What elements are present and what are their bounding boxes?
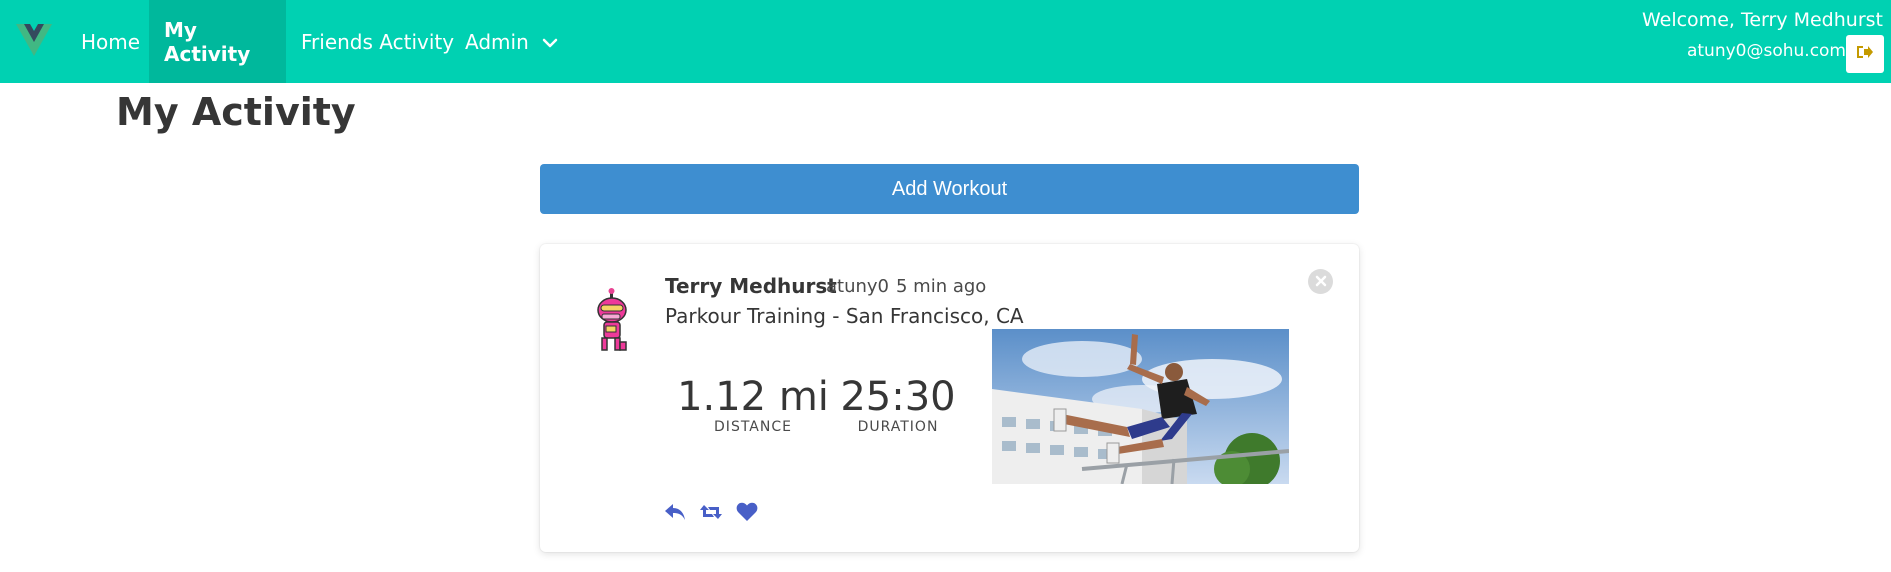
- parkour-jump-photo: [992, 329, 1289, 484]
- duration-value: 25:30: [840, 374, 956, 420]
- post-username: atuny0: [826, 276, 890, 297]
- reply-button[interactable]: [663, 502, 687, 526]
- add-workout-button[interactable]: Add Workout: [540, 164, 1359, 214]
- nav-friends-activity-label: Friends Activity: [301, 29, 455, 54]
- nav-admin-label: Admin: [465, 29, 529, 54]
- distance-label: DISTANCE: [714, 419, 792, 435]
- nav-my-activity-label: My Activity: [164, 17, 251, 66]
- robot-avatar-icon: [582, 288, 646, 352]
- distance-value: 1.12 mi: [677, 374, 829, 420]
- post-title: Parkour Training - San Francisco, CA: [665, 304, 1024, 328]
- retweet-button[interactable]: [699, 502, 723, 526]
- vue-logo-icon[interactable]: [14, 20, 54, 60]
- post-actions: [663, 502, 759, 526]
- post-author-name: Terry Medhurst: [665, 274, 837, 298]
- retweet-icon: [699, 502, 723, 526]
- reply-icon: [664, 502, 686, 526]
- duration-stat: 25:30 DURATION: [833, 374, 963, 434]
- sign-out-icon: [1856, 44, 1874, 64]
- nav-home[interactable]: Home: [66, 0, 155, 83]
- logout-button[interactable]: [1846, 35, 1884, 73]
- close-icon: [1315, 272, 1327, 291]
- nav-home-label: Home: [81, 29, 141, 54]
- nav-friends-activity[interactable]: Friends Activity: [286, 0, 469, 83]
- navbar: Home My Activity Friends Activity Admin …: [0, 0, 1891, 83]
- welcome-text: Welcome, Terry Medhurst: [1641, 9, 1883, 31]
- chevron-down-icon: [541, 33, 559, 51]
- duration-label: DURATION: [857, 419, 939, 435]
- page-title: My Activity: [116, 90, 356, 134]
- distance-stat: 1.12 mi DISTANCE: [668, 374, 838, 434]
- user-email: atuny0@sohu.com: [1686, 41, 1846, 61]
- nav-admin-dropdown[interactable]: Admin: [450, 0, 574, 83]
- post-timestamp: 5 min ago: [896, 276, 987, 297]
- close-button[interactable]: [1308, 269, 1333, 294]
- like-button[interactable]: [735, 502, 759, 526]
- activity-card: Terry Medhurst atuny0 5 min ago Parkour …: [540, 244, 1359, 552]
- nav-my-activity[interactable]: My Activity: [149, 0, 286, 83]
- heart-icon: [736, 502, 758, 526]
